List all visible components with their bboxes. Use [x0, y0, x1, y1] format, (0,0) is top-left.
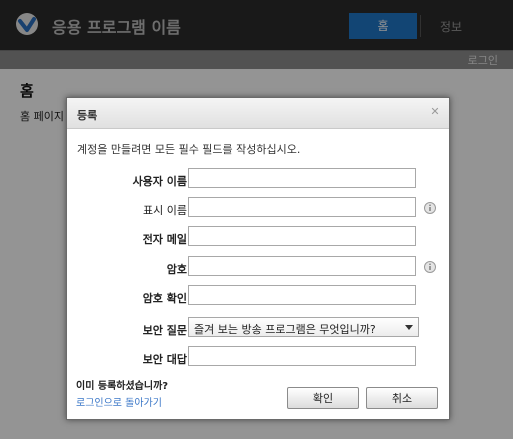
info-icon[interactable] [424, 202, 436, 214]
email-label: 전자 메일 [142, 233, 187, 246]
close-icon[interactable]: ✕ [429, 106, 441, 118]
password-label: 암호 [166, 263, 187, 276]
info-icon[interactable] [424, 261, 436, 273]
display-name-input[interactable] [188, 197, 416, 217]
form-row-security-question: 보안 질문 즐겨 보는 방송 프로그램은 무엇입니까? [67, 317, 449, 341]
confirm-password-input[interactable] [188, 285, 416, 305]
display-name-label: 표시 이름 [143, 204, 187, 217]
security-question-value: 즐겨 보는 방송 프로그램은 무엇입니까? [194, 323, 376, 336]
back-to-login-link[interactable]: 로그인으로 돌아가기 [76, 394, 162, 409]
form-row-confirm-password: 암호 확인 [67, 285, 449, 309]
cancel-button[interactable]: 취소 [366, 387, 438, 409]
username-label: 사용자 이름 [132, 175, 187, 188]
form-row-email: 전자 메일 [67, 226, 449, 250]
security-answer-label: 보안 대답 [142, 353, 187, 366]
form-row-password: 암호 [67, 256, 449, 280]
dialog-title: 등록 [77, 109, 98, 122]
confirm-password-label: 암호 확인 [142, 292, 187, 305]
ok-button[interactable]: 확인 [287, 387, 359, 409]
dialog-header: 등록 ✕ [67, 98, 449, 129]
security-question-select[interactable]: 즐겨 보는 방송 프로그램은 무엇입니까? [188, 317, 419, 337]
form-row-security-answer: 보안 대답 [67, 346, 449, 370]
registration-dialog: 등록 ✕ 계정을 만들려면 모든 필수 필드를 작성하십시오. 사용자 이름 표… [66, 97, 450, 420]
email-input[interactable] [188, 226, 416, 246]
security-answer-input[interactable] [188, 346, 416, 366]
form-row-username: 사용자 이름 [67, 168, 449, 192]
dialog-instruction: 계정을 만들려면 모든 필수 필드를 작성하십시오. [77, 143, 301, 156]
dropdown-arrow-icon [405, 325, 413, 330]
username-input[interactable] [188, 168, 416, 188]
security-question-label: 보안 질문 [142, 324, 187, 337]
already-registered-text: 이미 등록하셨습니까? [76, 381, 169, 392]
password-input[interactable] [188, 256, 416, 276]
form-row-display-name: 표시 이름 [67, 197, 449, 221]
